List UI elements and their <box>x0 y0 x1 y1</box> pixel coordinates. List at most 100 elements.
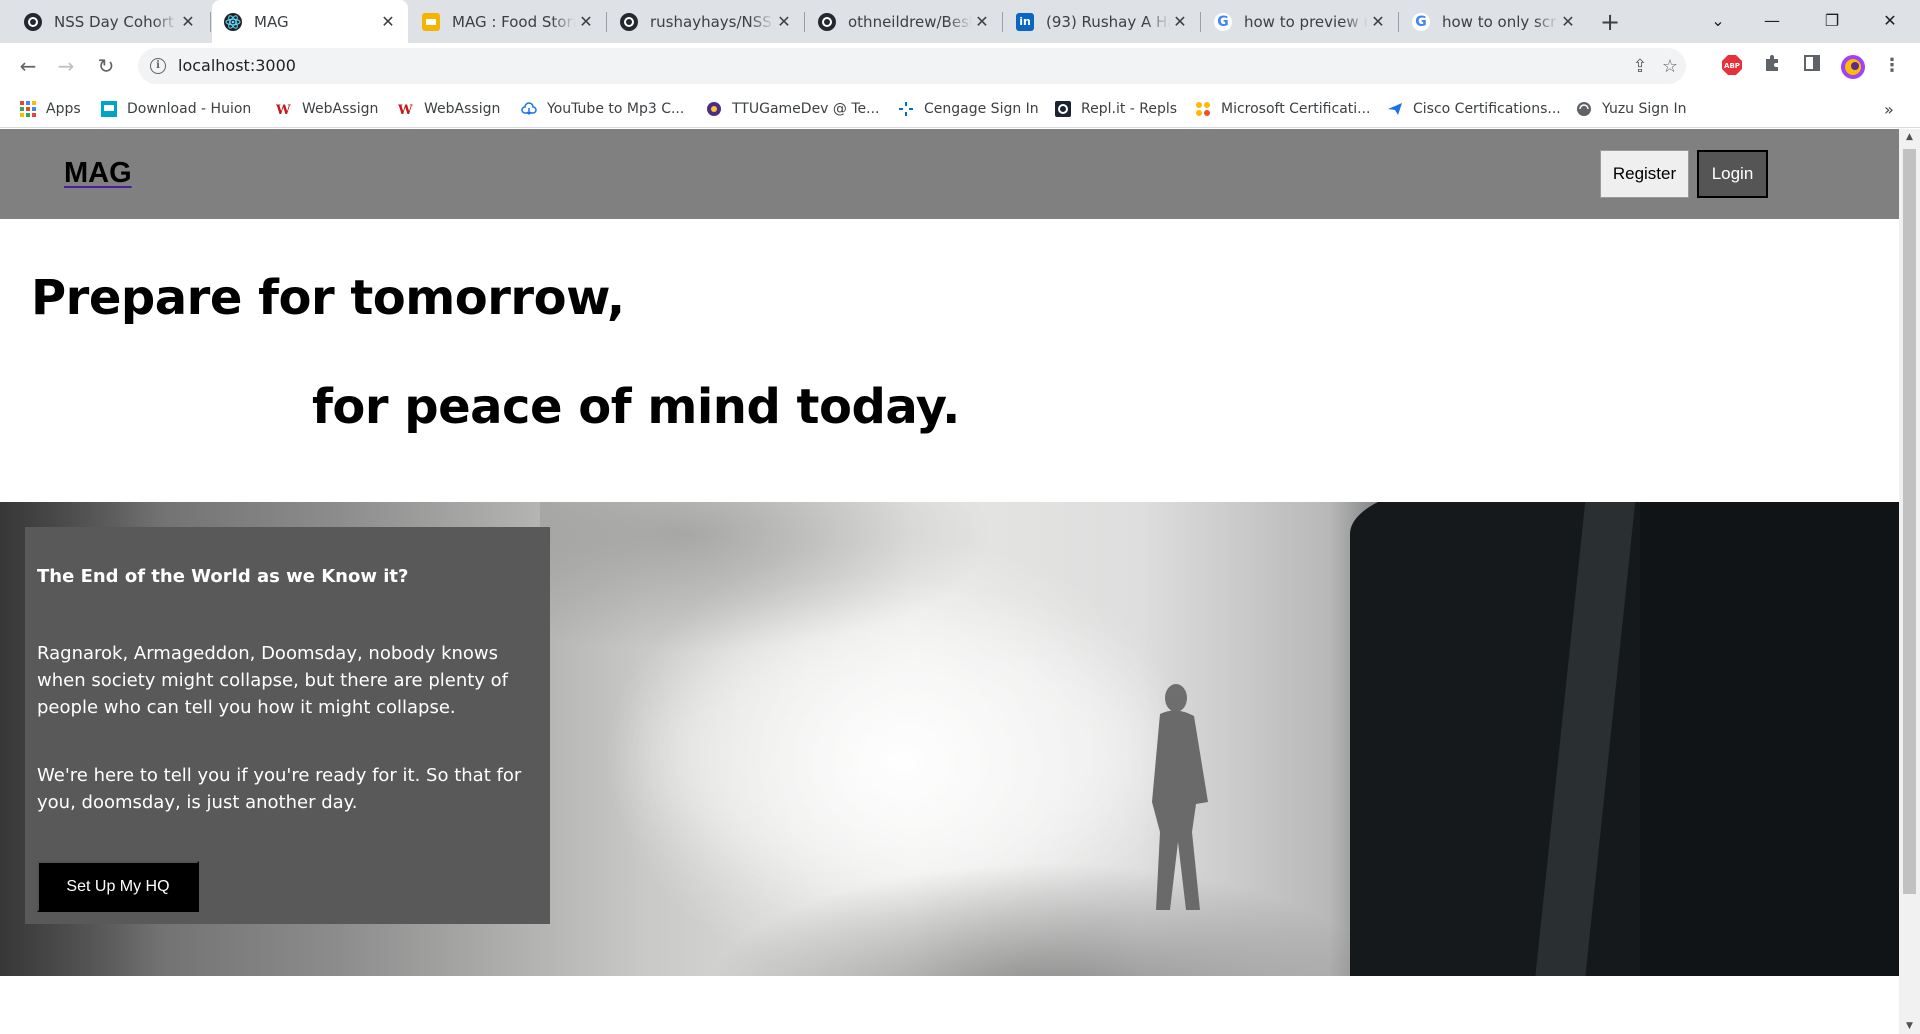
close-icon[interactable]: ✕ <box>972 12 992 32</box>
google-icon: G <box>1214 12 1232 31</box>
tab-rushayhays-nssfr[interactable]: rushayhays/NSSfr ✕ <box>608 0 804 43</box>
foggy-forest-banner: The End of the World as we Know it? Ragn… <box>0 502 1899 976</box>
close-icon[interactable]: ✕ <box>178 12 198 32</box>
tab-mag-food-storage[interactable]: MAG : Food Storage ✕ <box>410 0 606 43</box>
bookmark-microsoft-cert[interactable]: Microsoft Certificati... <box>1195 99 1371 119</box>
new-tab-plus-icon[interactable]: + <box>1596 8 1624 36</box>
bookmark-youtube-mp3[interactable]: YouTube to Mp3 C... <box>521 99 684 119</box>
card-heading: The End of the World as we Know it? <box>37 566 409 587</box>
webassign-icon: W <box>397 101 414 118</box>
tagline-line-1: Prepare for tomorrow, <box>31 270 625 326</box>
svg-text:W: W <box>276 103 291 117</box>
close-icon[interactable]: ✕ <box>1170 12 1190 32</box>
github-icon <box>620 12 638 31</box>
microsoft-icon <box>1195 101 1211 117</box>
svg-text:ABP: ABP <box>1724 62 1740 70</box>
page-scrollbar[interactable]: ▲ ▼ <box>1899 129 1920 1034</box>
scroll-down-arrow-icon[interactable]: ▼ <box>1899 1018 1920 1034</box>
close-icon[interactable]: ✕ <box>576 12 596 32</box>
bookmark-huion[interactable]: Download - Huion <box>101 99 251 119</box>
banner-ground <box>700 862 1400 976</box>
brand-logo-link[interactable]: MAG <box>64 157 132 190</box>
browser-toolbar: ← → ↻ i localhost:3000 ⇪ ☆ ABP ⋮ <box>0 43 1920 89</box>
tab-othneildrew-best[interactable]: othneildrew/Best ✕ <box>806 0 1002 43</box>
bookmark-star-icon[interactable]: ☆ <box>1660 57 1680 77</box>
tagline-line-2: for peace of mind today. <box>312 379 960 435</box>
cisco-icon <box>1387 101 1403 117</box>
tree-trunk <box>1350 502 1680 976</box>
tab-search-chevron-icon[interactable]: ⌄ <box>1698 4 1738 38</box>
tab-title: how to only scree <box>1442 12 1558 31</box>
huion-icon <box>101 101 117 117</box>
tab-how-to-only-screen[interactable]: G how to only scree ✕ <box>1400 0 1588 43</box>
svg-text:W: W <box>398 103 413 117</box>
react-icon <box>224 12 242 31</box>
close-icon[interactable]: ✕ <box>774 12 794 32</box>
bookmarks-overflow-icon[interactable]: » <box>1884 99 1894 119</box>
back-arrow-icon[interactable]: ← <box>12 50 44 82</box>
card-paragraph-2: We're here to tell you if you're ready f… <box>37 765 522 813</box>
tab-mag[interactable]: MAG ✕ <box>212 0 408 43</box>
bookmark-label: YouTube to Mp3 C... <box>547 101 685 117</box>
bookmark-label: Cengage Sign In <box>924 101 1039 117</box>
bookmark-yuzu[interactable]: Yuzu Sign In <box>1576 99 1686 119</box>
restore-icon[interactable]: ❐ <box>1812 4 1852 38</box>
share-icon[interactable]: ⇪ <box>1630 57 1650 77</box>
bookmark-replit[interactable]: Repl.it - Repls <box>1055 99 1177 119</box>
bookmark-label: Download - Huion <box>127 101 252 117</box>
login-button[interactable]: Login <box>1697 150 1768 198</box>
tab-title: MAG <box>254 12 289 31</box>
hero-tagline: Prepare for tomorrow, for peace of mind … <box>0 219 1899 502</box>
google-icon: G <box>1412 12 1430 31</box>
bookmark-label: Cisco Certifications... <box>1413 101 1561 117</box>
scroll-up-arrow-icon[interactable]: ▲ <box>1899 129 1920 145</box>
extensions-puzzle-icon[interactable] <box>1760 54 1784 78</box>
address-bar[interactable]: i localhost:3000 ⇪ ☆ <box>138 48 1686 84</box>
bookmark-label: Yuzu Sign In <box>1602 101 1687 117</box>
address-url[interactable]: localhost:3000 <box>178 56 296 75</box>
github-icon <box>818 12 836 31</box>
bookmark-apps[interactable]: Apps <box>20 99 81 119</box>
site-header: MAG Register Login <box>0 129 1899 219</box>
linkedin-icon: in <box>1016 12 1034 31</box>
register-button[interactable]: Register <box>1600 150 1689 198</box>
profile-avatar-icon[interactable] <box>1840 54 1865 79</box>
side-panel-icon[interactable] <box>1800 54 1824 78</box>
tab-nss-day-cohort[interactable]: NSS Day Cohort 5 ✕ <box>12 0 208 43</box>
set-up-hq-button[interactable]: Set Up My HQ <box>37 861 199 912</box>
tab-linkedin-rushay[interactable]: in (93) Rushay A Hays ✕ <box>1004 0 1200 43</box>
slides-icon <box>422 12 440 31</box>
cloud-download-icon <box>521 101 537 117</box>
tab-title: NSS Day Cohort 5 <box>54 12 178 31</box>
bookmark-ttugamedev[interactable]: TTUGameDev @ Te... <box>706 99 880 119</box>
bookmark-webassign-1[interactable]: W WebAssign <box>275 99 378 119</box>
github-icon <box>24 12 42 31</box>
minimize-icon[interactable]: — <box>1752 4 1792 38</box>
browser-menu-kebab-icon[interactable]: ⋮ <box>1880 54 1904 78</box>
scrollbar-thumb[interactable] <box>1903 149 1916 894</box>
fog-cloud <box>650 622 1150 882</box>
yuzu-icon <box>1576 101 1592 117</box>
bookmark-cengage[interactable]: Cengage Sign In <box>898 99 1039 119</box>
ttu-icon <box>706 101 722 117</box>
window-close-icon[interactable]: ✕ <box>1870 4 1910 38</box>
close-icon[interactable]: ✕ <box>378 12 398 32</box>
adblock-icon[interactable]: ABP <box>1720 54 1744 78</box>
forward-arrow-icon[interactable]: → <box>50 50 82 82</box>
walking-figure-silhouette <box>1152 684 1208 910</box>
tab-how-to-preview[interactable]: G how to preview re ✕ <box>1202 0 1398 43</box>
apps-grid-icon <box>20 101 36 117</box>
tab-title: othneildrew/Best <box>848 12 972 31</box>
reload-icon[interactable]: ↻ <box>90 50 122 82</box>
close-icon[interactable]: ✕ <box>1558 12 1578 32</box>
bookmark-cisco-cert[interactable]: Cisco Certifications... <box>1387 99 1561 119</box>
bookmark-label: WebAssign <box>424 101 501 117</box>
page-viewport: MAG Register Login Prepare for tomorrow,… <box>0 129 1899 1034</box>
site-info-icon[interactable]: i <box>150 58 166 74</box>
bookmark-webassign-2[interactable]: W WebAssign <box>397 99 501 119</box>
card-paragraph-1: Ragnarok, Armageddon, Doomsday, nobody k… <box>37 643 509 718</box>
intro-card: The End of the World as we Know it? Ragn… <box>25 527 550 924</box>
replit-icon <box>1055 101 1071 117</box>
close-icon[interactable]: ✕ <box>1368 12 1388 32</box>
cengage-icon <box>898 101 914 117</box>
